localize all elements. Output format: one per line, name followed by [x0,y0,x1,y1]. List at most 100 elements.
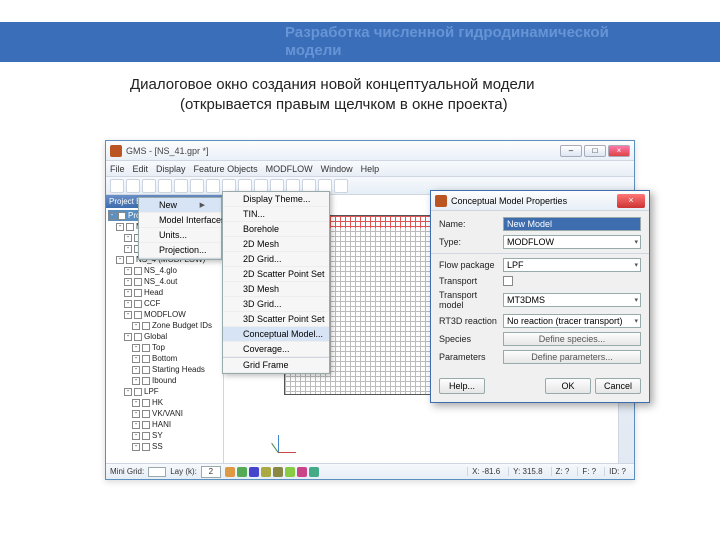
context-item[interactable]: Model Interfaces... [139,213,221,228]
tree-node[interactable]: -Zone Budget IDs [108,320,221,331]
statusbar: Mini Grid: Lay (k): 2 X: -81.6 Y: 315.8 … [106,463,634,479]
maximize-button[interactable]: □ [584,145,606,157]
ok-button[interactable]: OK [545,378,591,394]
minigrid-swatch[interactable] [148,467,166,477]
dialog-combo[interactable]: MT3DMS [503,293,641,307]
dialog-titlebar[interactable]: Conceptual Model Properties × [431,191,649,211]
toolbar-button[interactable] [126,179,140,193]
name-input[interactable]: New Model [503,217,641,231]
context-sub-item[interactable]: Coverage... [223,342,329,357]
name-label: Name: [439,219,503,229]
app-title: GMS - [NS_41.gpr *] [126,146,209,156]
dialog-close-button[interactable]: × [617,194,645,208]
menu-window[interactable]: Window [321,164,353,174]
menu-file[interactable]: File [110,164,125,174]
status-swatch[interactable] [249,467,259,477]
tree-node[interactable]: -Head [108,287,221,298]
context-sub-item[interactable]: Grid Frame [223,358,329,373]
dialog-icon [435,195,447,207]
menubar[interactable]: File Edit Display Feature Objects MODFLOW Win… [106,161,634,177]
close-button[interactable]: × [608,145,630,157]
tree-node[interactable]: -SY [108,430,221,441]
tree-node[interactable]: -LPF [108,386,221,397]
status-x: X: -81.6 [467,467,504,476]
tree-node[interactable]: -SS [108,441,221,452]
context-item[interactable]: New▶ [139,198,221,213]
tree-node[interactable]: -HANI [108,419,221,430]
description-line1: Диалоговое окно создания новой концептуа… [130,75,534,95]
tree-node[interactable]: -Starting Heads [108,364,221,375]
lay-label: Lay (k): [170,467,197,476]
status-swatch[interactable] [297,467,307,477]
help-button[interactable]: Help... [439,378,485,394]
toolbar-button[interactable] [142,179,156,193]
tree-node[interactable]: -Ibound [108,375,221,386]
menu-modflow[interactable]: MODFLOW [266,164,313,174]
dialog-row-label: Flow package [439,260,503,270]
tree-node[interactable]: -MODFLOW [108,309,221,320]
dialog-row-label: Species [439,334,503,344]
status-swatch[interactable] [285,467,295,477]
toolbar-button[interactable] [190,179,204,193]
tree-node[interactable]: -Global [108,331,221,342]
context-sub-item[interactable]: Conceptual Model... [223,327,329,342]
menu-edit[interactable]: Edit [133,164,149,174]
context-sub-item[interactable]: 3D Scatter Point Set [223,312,329,327]
status-swatch[interactable] [261,467,271,477]
status-f: F: ? [577,467,600,476]
tree-node[interactable]: -Top [108,342,221,353]
dialog-checkbox[interactable] [503,276,513,286]
status-swatch[interactable] [237,467,247,477]
tree-node[interactable]: -Bottom [108,353,221,364]
context-sub-item[interactable]: Borehole [223,222,329,237]
context-sub-item[interactable]: 3D Mesh [223,282,329,297]
dialog-combo[interactable]: LPF [503,258,641,272]
toolbar-button[interactable] [174,179,188,193]
status-swatch[interactable] [273,467,283,477]
conceptual-model-dialog: Conceptual Model Properties × Name: New … [430,190,650,403]
app-titlebar[interactable]: GMS - [NS_41.gpr *] – □ × [106,141,634,161]
minimize-button[interactable]: – [560,145,582,157]
status-swatch[interactable] [309,467,319,477]
dialog-row-label: RT3D reaction [439,316,503,326]
cancel-button[interactable]: Cancel [595,378,641,394]
description: Диалоговое окно создания новой концептуа… [130,75,534,114]
context-sub-item[interactable]: 2D Scatter Point Set [223,267,329,282]
tree-node[interactable]: -NS_4.out [108,276,221,287]
context-sub-item[interactable]: 2D Grid... [223,252,329,267]
context-menu[interactable]: New▶Model Interfaces...Units...Projectio… [138,197,222,260]
toolbar-button[interactable] [334,179,348,193]
tree-node[interactable]: -NS_4.glo [108,265,221,276]
toolbar-button[interactable] [206,179,220,193]
menu-display[interactable]: Display [156,164,186,174]
context-sub-item[interactable]: 3D Grid... [223,297,329,312]
menu-help[interactable]: Help [361,164,380,174]
status-y: Y: 315.8 [508,467,546,476]
tree-node[interactable]: -VK/VANI [108,408,221,419]
tree-node[interactable]: -CCF [108,298,221,309]
type-label: Type: [439,237,503,247]
status-swatch[interactable] [225,467,235,477]
type-combo[interactable]: MODFLOW [503,235,641,249]
context-item[interactable]: Units... [139,228,221,243]
context-item[interactable]: Projection... [139,243,221,258]
context-submenu[interactable]: Display Theme...TIN...Borehole2D Mesh2D … [222,191,330,374]
context-sub-item[interactable]: Display Theme... [223,192,329,207]
dialog-action-button[interactable]: Define species... [503,332,641,346]
status-id: ID: ? [604,467,630,476]
dialog-action-button[interactable]: Define parameters... [503,350,641,364]
menu-feature-objects[interactable]: Feature Objects [194,164,258,174]
dialog-combo[interactable]: No reaction (tracer transport) [503,314,641,328]
tree-node[interactable]: -HK [108,397,221,408]
description-line2: (открывается правым щелчком в окне проек… [130,95,534,115]
lay-spinner[interactable]: 2 [201,466,221,478]
minigrid-label: Mini Grid: [110,467,144,476]
toolbar-button[interactable] [110,179,124,193]
dialog-row-label: Parameters [439,352,503,362]
slide-banner: Разработка численной гидродинамической м… [0,22,720,62]
context-sub-item[interactable]: TIN... [223,207,329,222]
dialog-row-label: Transport [439,276,503,286]
context-sub-item[interactable]: 2D Mesh [223,237,329,252]
toolbar-button[interactable] [158,179,172,193]
banner-title-1: Разработка численной гидродинамической [285,24,720,42]
